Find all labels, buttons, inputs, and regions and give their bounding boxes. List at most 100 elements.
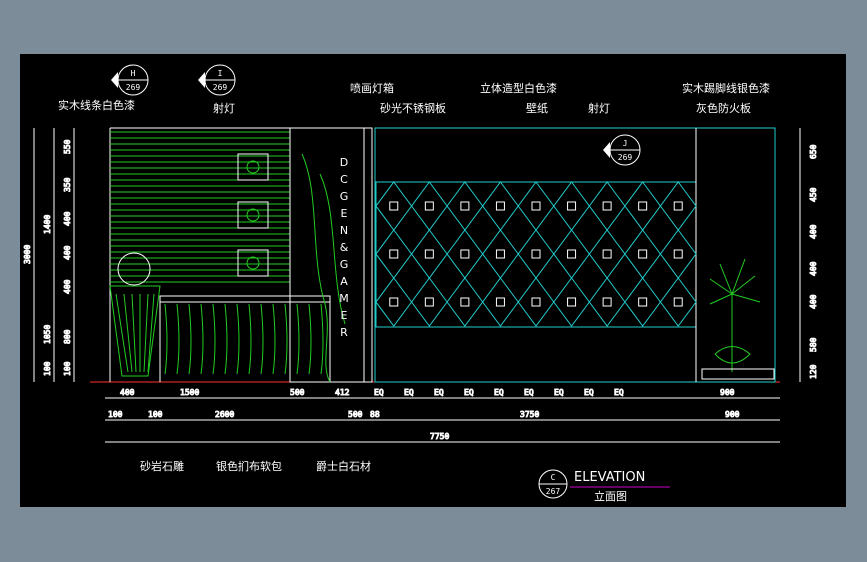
dim-left-inner: 350 [63, 177, 72, 192]
diamond-cell [375, 181, 413, 231]
square-tile [495, 249, 505, 259]
diamond-cell [553, 229, 590, 279]
square-tile [602, 249, 612, 259]
square-tile [424, 201, 434, 211]
square-tile [638, 297, 648, 307]
vertical-letter: A [340, 275, 348, 288]
square-tile [673, 201, 683, 211]
dim-left-mid: 100 [43, 361, 52, 376]
diamond-cell [375, 229, 413, 279]
dim-label-row1: EQ [524, 388, 534, 397]
diamond-cell [624, 277, 662, 327]
dim-left-inner: 550 [63, 139, 72, 154]
dim-right: 580 [809, 337, 818, 352]
diamond-cell [588, 181, 626, 231]
title-marker-letter: C [551, 473, 556, 482]
diamond-cell [588, 229, 626, 279]
dim-left-inner: 800 [63, 329, 72, 344]
square-tile [495, 201, 505, 211]
square-tile [424, 249, 434, 259]
callout-top: 实木线条白色漆 [58, 98, 135, 112]
diamond-cell [446, 181, 484, 231]
square-tile [531, 249, 541, 259]
square-tile [460, 297, 470, 307]
marker-letter: I [218, 69, 223, 78]
vertical-letter: R [340, 326, 348, 339]
dim-label-row2: 88 [370, 410, 380, 419]
square-tile [389, 201, 399, 211]
diamond-cell [482, 229, 519, 279]
dim-label-total: 7750 [430, 432, 449, 441]
square-tile [567, 201, 577, 211]
right-wall-panel [374, 127, 776, 383]
diamond-cell [482, 181, 519, 231]
callout-top: 砂光不锈钢板 [380, 101, 446, 115]
dim-right: 400 [809, 224, 818, 239]
marker-arrow [603, 142, 610, 158]
dim-label-row1: 400 [120, 388, 135, 397]
dim-label-row2: 2600 [215, 410, 234, 419]
vertical-letter: D [340, 156, 348, 169]
dim-label-row1: EQ [404, 388, 414, 397]
diamond-cell [446, 277, 484, 327]
vertical-letter: N [340, 224, 348, 237]
dim-left-mid: 1400 [43, 215, 52, 234]
square-tile [460, 249, 470, 259]
dim-label-row1: EQ [554, 388, 564, 397]
vertical-letter: M [339, 292, 349, 305]
callout-top: 射灯 [213, 101, 235, 115]
marker-arrow [111, 72, 118, 88]
dim-left-inner: 100 [63, 361, 72, 376]
diamond-cell [517, 229, 555, 279]
vertical-letter: E [341, 207, 348, 220]
dim-label-row2: 100 [108, 410, 123, 419]
dim-label-row1: 900 [720, 388, 735, 397]
drawing-sheet: D C G E N & G A M E R H 269 I 269 J 269 实木线条白色漆 射灯 喷画灯箱 砂光… [20, 54, 846, 507]
diamond-cell [410, 277, 448, 327]
elevation-drawing: DCGEN&GAMER H269I269J269 实木线条白色漆 射灯喷画灯箱砂光… [23, 64, 819, 503]
dim-right: 400 [809, 261, 818, 276]
diamond-cell [659, 277, 697, 327]
dim-right: 400 [809, 294, 818, 309]
square-tile [673, 249, 683, 259]
vertical-sign-text: DCGEN&GAMER [339, 156, 349, 339]
callout-labels: 实木线条白色漆 射灯 喷画灯箱砂光不锈钢板 立体造型白色漆壁纸 射灯 实木踢脚线银色漆灰色… [58, 81, 770, 473]
callout-bottom: 爵士白石材 [316, 459, 371, 473]
callout-bottom: 砂岩石雕 [140, 459, 184, 473]
vertical-letter: G [340, 190, 349, 203]
callout-top: 立体造型白色漆 [480, 81, 557, 95]
marker-letter: J [623, 139, 628, 148]
square-tile [602, 201, 612, 211]
dim-label-row1: EQ [374, 388, 384, 397]
marker-num: 269 [618, 153, 633, 162]
square-tile [460, 201, 470, 211]
marker-arrow [198, 72, 205, 88]
diamond-cell [553, 181, 590, 231]
dim-left-inner: 400 [63, 279, 72, 294]
callout-top: 壁纸 [526, 101, 548, 115]
square-tile [567, 297, 577, 307]
stone-column [109, 252, 161, 377]
vertical-letter: E [341, 309, 348, 322]
dim-left-outer: 3000 [23, 245, 32, 264]
dim-label-row1: EQ [584, 388, 594, 397]
callout-top: 喷画灯箱 [350, 81, 394, 95]
diamond-cell [482, 277, 519, 327]
vertical-letter: C [340, 173, 348, 186]
diamond-cell [410, 181, 448, 231]
dim-label-row1: EQ [614, 388, 624, 397]
square-tile [602, 297, 612, 307]
marker-letter: H [131, 69, 136, 78]
dim-label-row1: 412 [335, 388, 350, 397]
dim-right: 650 [809, 144, 818, 159]
diamond-cell [375, 277, 413, 327]
dim-label-row2: 900 [725, 410, 740, 419]
callout-top: 实木踢脚线银色漆 [682, 81, 770, 95]
square-tile [424, 297, 434, 307]
square-tile [673, 297, 683, 307]
lightbox-column [289, 127, 373, 383]
diamond-cell [624, 181, 662, 231]
dim-label-row1: 1500 [180, 388, 199, 397]
marker-num: 269 [213, 83, 228, 92]
vertical-letter: G [340, 258, 349, 271]
